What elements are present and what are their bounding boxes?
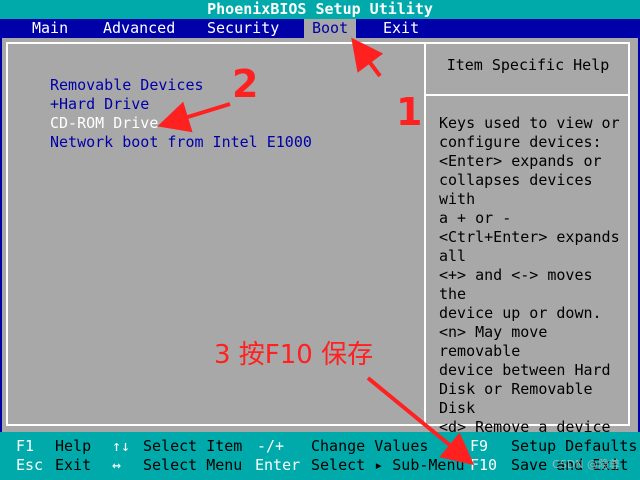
boot-item-hard-drive[interactable]: +Hard Drive	[50, 95, 149, 114]
boot-item-cdrom-drive[interactable]: CD-ROM Drive	[50, 114, 158, 133]
key-select-menu-label: Select Menu	[143, 456, 243, 474]
key-change-values-label: Change Values	[311, 437, 429, 455]
window-title: PhoenixBIOS Setup Utility	[0, 0, 640, 19]
boot-item-removable-devices[interactable]: Removable Devices	[50, 76, 204, 95]
help-title: Item Specific Help	[446, 56, 610, 74]
annotation-step-3: 3 按F10 保存	[214, 340, 374, 370]
panel-divider	[424, 42, 426, 426]
key-updown-icon: ↑↓	[112, 437, 131, 455]
menu-boot[interactable]: Boot	[304, 19, 357, 38]
key-f9: F9	[470, 437, 489, 455]
help-text: Keys used to view or configure devices: …	[439, 114, 620, 474]
key-exit-label: Exit	[55, 456, 92, 474]
menu-main[interactable]: Main	[24, 19, 76, 38]
annotation-step-1: 1	[396, 90, 423, 134]
menu-security[interactable]: Security	[199, 19, 287, 38]
key-setup-defaults-label: Setup Defaults	[511, 437, 638, 455]
boot-item-network-boot[interactable]: Network boot from Intel E1000	[50, 133, 312, 152]
key-enter: Enter	[255, 456, 301, 474]
key-f1: F1	[16, 437, 35, 455]
key-select-submenu-label: Select ▸ Sub-Menu	[311, 456, 465, 474]
main-panel: Item Specific Help Keys used to view or …	[2, 38, 638, 474]
watermark: CSDN @隐尊	[552, 458, 620, 471]
annotation-step-2: 2	[232, 62, 259, 106]
key-help-label: Help	[55, 437, 92, 455]
help-divider	[426, 94, 630, 96]
menu-bar: Main Advanced Security Boot Exit	[0, 19, 640, 38]
key-f10: F10	[470, 456, 498, 474]
key-leftright-icon: ↔	[112, 456, 122, 474]
key-select-item-label: Select Item	[143, 437, 243, 455]
key-help-bar: F1 Help ↑↓ Select Item -/+ Change Values…	[0, 432, 640, 480]
menu-exit[interactable]: Exit	[375, 19, 427, 38]
menu-advanced[interactable]: Advanced	[95, 19, 183, 38]
key-esc: Esc	[16, 456, 44, 474]
key-minusplus: -/+	[257, 437, 285, 455]
